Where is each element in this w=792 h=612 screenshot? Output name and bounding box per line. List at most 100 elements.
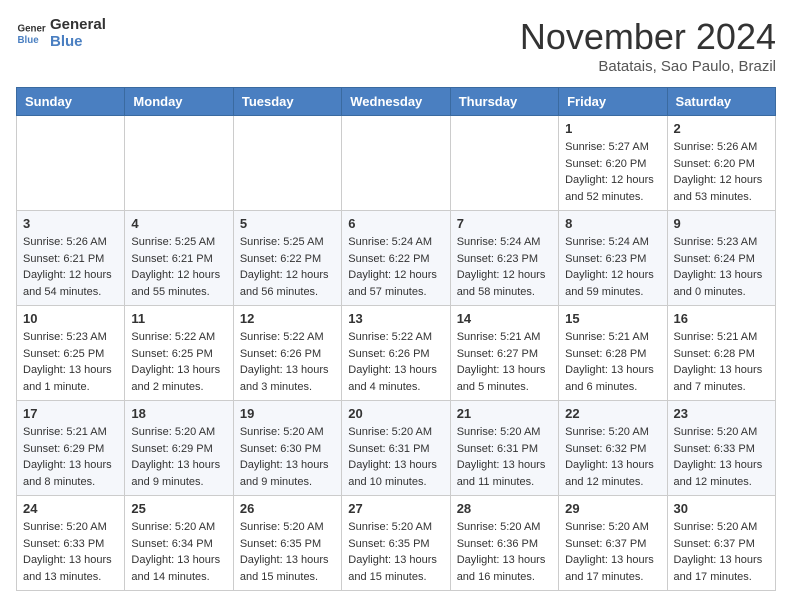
calendar-day-cell: 14 Sunrise: 5:21 AMSunset: 6:27 PMDayligh… xyxy=(450,306,558,401)
day-info: Sunrise: 5:20 AMSunset: 6:34 PMDaylight:… xyxy=(131,519,226,585)
calendar-day-cell: 26 Sunrise: 5:20 AMSunset: 6:35 PMDayligh… xyxy=(233,496,341,591)
calendar-day-cell: 27 Sunrise: 5:20 AMSunset: 6:35 PMDayligh… xyxy=(342,496,450,591)
calendar-week-row: 10 Sunrise: 5:23 AMSunset: 6:25 PMDayligh… xyxy=(17,306,776,401)
day-info: Sunrise: 5:24 AMSunset: 6:22 PMDaylight:… xyxy=(348,234,443,300)
calendar-day-cell xyxy=(17,116,125,211)
calendar-day-cell: 7Sunrise: 5:24 AMSunset: 6:23 PMDaylight… xyxy=(450,211,558,306)
weekday-header: Thursday xyxy=(450,88,558,116)
day-info: Sunrise: 5:20 AMSunset: 6:30 PMDaylight:… xyxy=(240,424,335,490)
day-number: 11 xyxy=(131,311,226,326)
day-number: 8 xyxy=(565,216,660,231)
calendar-week-row: 24 Sunrise: 5:20 AMSunset: 6:33 PMDayligh… xyxy=(17,496,776,591)
calendar-day-cell: 16 Sunrise: 5:21 AMSunset: 6:28 PMDayligh… xyxy=(667,306,775,401)
day-info: Sunrise: 5:22 AMSunset: 6:26 PMDaylight:… xyxy=(240,329,335,395)
day-number: 2 xyxy=(674,121,769,136)
day-info: Sunrise: 5:20 AMSunset: 6:35 PMDaylight:… xyxy=(348,519,443,585)
day-number: 5 xyxy=(240,216,335,231)
day-number: 6 xyxy=(348,216,443,231)
day-info: Sunrise: 5:21 AMSunset: 6:28 PMDaylight:… xyxy=(674,329,769,395)
day-info: Sunrise: 5:20 AMSunset: 6:29 PMDaylight:… xyxy=(131,424,226,490)
calendar-day-cell: 6 Sunrise: 5:24 AMSunset: 6:22 PMDaylight… xyxy=(342,211,450,306)
day-info: Sunrise: 5:22 AMSunset: 6:26 PMDaylight:… xyxy=(348,329,443,395)
day-number: 19 xyxy=(240,406,335,421)
day-number: 9 xyxy=(674,216,769,231)
day-info: Sunrise: 5:21 AMSunset: 6:27 PMDaylight:… xyxy=(457,329,552,395)
calendar-day-cell xyxy=(450,116,558,211)
calendar-day-cell: 8 Sunrise: 5:24 AMSunset: 6:23 PMDaylight… xyxy=(559,211,667,306)
day-number: 22 xyxy=(565,406,660,421)
day-number: 10 xyxy=(23,311,118,326)
day-number: 12 xyxy=(240,311,335,326)
day-info: Sunrise: 5:20 AMSunset: 6:33 PMDaylight:… xyxy=(23,519,118,585)
day-number: 16 xyxy=(674,311,769,326)
svg-text:Blue: Blue xyxy=(18,35,40,46)
calendar-day-cell: 20 Sunrise: 5:20 AMSunset: 6:31 PMDayligh… xyxy=(342,401,450,496)
day-number: 15 xyxy=(565,311,660,326)
calendar-day-cell: 3 Sunrise: 5:26 AMSunset: 6:21 PMDaylight… xyxy=(17,211,125,306)
calendar-day-cell: 18Sunrise: 5:20 AMSunset: 6:29 PMDayligh… xyxy=(125,401,233,496)
day-number: 17 xyxy=(23,406,118,421)
day-info: Sunrise: 5:23 AMSunset: 6:25 PMDaylight:… xyxy=(23,329,118,395)
day-info: Sunrise: 5:27 AMSunset: 6:20 PMDaylight:… xyxy=(565,139,660,205)
day-number: 29 xyxy=(565,501,660,516)
calendar-day-cell: 21Sunrise: 5:20 AMSunset: 6:31 PMDayligh… xyxy=(450,401,558,496)
calendar-day-cell: 5Sunrise: 5:25 AMSunset: 6:22 PMDaylight… xyxy=(233,211,341,306)
day-number: 27 xyxy=(348,501,443,516)
calendar-day-cell: 9 Sunrise: 5:23 AMSunset: 6:24 PMDaylight… xyxy=(667,211,775,306)
svg-text:General: General xyxy=(18,24,47,35)
day-info: Sunrise: 5:25 AMSunset: 6:21 PMDaylight:… xyxy=(131,234,226,300)
location-label: Batatais, Sao Paulo, Brazil xyxy=(520,58,776,75)
calendar-day-cell: 1 Sunrise: 5:27 AMSunset: 6:20 PMDaylight… xyxy=(559,116,667,211)
calendar-week-row: 1 Sunrise: 5:27 AMSunset: 6:20 PMDaylight… xyxy=(17,116,776,211)
day-number: 14 xyxy=(457,311,552,326)
day-number: 26 xyxy=(240,501,335,516)
calendar-week-row: 17 Sunrise: 5:21 AMSunset: 6:29 PMDayligh… xyxy=(17,401,776,496)
calendar-day-cell: 19 Sunrise: 5:20 AMSunset: 6:30 PMDayligh… xyxy=(233,401,341,496)
logo-icon: General Blue xyxy=(16,18,46,48)
calendar-day-cell: 4Sunrise: 5:25 AMSunset: 6:21 PMDaylight… xyxy=(125,211,233,306)
day-info: Sunrise: 5:26 AMSunset: 6:21 PMDaylight:… xyxy=(23,234,118,300)
day-number: 7 xyxy=(457,216,552,231)
calendar-day-cell: 23Sunrise: 5:20 AMSunset: 6:33 PMDayligh… xyxy=(667,401,775,496)
weekday-header: Saturday xyxy=(667,88,775,116)
day-info: Sunrise: 5:24 AMSunset: 6:23 PMDaylight:… xyxy=(565,234,660,300)
day-info: Sunrise: 5:21 AMSunset: 6:28 PMDaylight:… xyxy=(565,329,660,395)
day-number: 21 xyxy=(457,406,552,421)
day-info: Sunrise: 5:20 AMSunset: 6:35 PMDaylight:… xyxy=(240,519,335,585)
calendar-day-cell: 30Sunrise: 5:20 AMSunset: 6:37 PMDayligh… xyxy=(667,496,775,591)
weekday-header: Wednesday xyxy=(342,88,450,116)
calendar-day-cell xyxy=(233,116,341,211)
calendar-day-cell: 15 Sunrise: 5:21 AMSunset: 6:28 PMDayligh… xyxy=(559,306,667,401)
day-info: Sunrise: 5:20 AMSunset: 6:31 PMDaylight:… xyxy=(348,424,443,490)
calendar-week-row: 3 Sunrise: 5:26 AMSunset: 6:21 PMDaylight… xyxy=(17,211,776,306)
title-section: November 2024 Batatais, Sao Paulo, Brazi… xyxy=(520,16,776,75)
calendar-day-cell: 29 Sunrise: 5:20 AMSunset: 6:37 PMDayligh… xyxy=(559,496,667,591)
day-info: Sunrise: 5:22 AMSunset: 6:25 PMDaylight:… xyxy=(131,329,226,395)
logo-general: General xyxy=(50,16,106,33)
day-number: 30 xyxy=(674,501,769,516)
day-number: 3 xyxy=(23,216,118,231)
calendar-day-cell: 13Sunrise: 5:22 AMSunset: 6:26 PMDayligh… xyxy=(342,306,450,401)
day-info: Sunrise: 5:23 AMSunset: 6:24 PMDaylight:… xyxy=(674,234,769,300)
day-info: Sunrise: 5:21 AMSunset: 6:29 PMDaylight:… xyxy=(23,424,118,490)
calendar-day-cell: 10 Sunrise: 5:23 AMSunset: 6:25 PMDayligh… xyxy=(17,306,125,401)
calendar-day-cell: 11 Sunrise: 5:22 AMSunset: 6:25 PMDayligh… xyxy=(125,306,233,401)
calendar-day-cell: 28 Sunrise: 5:20 AMSunset: 6:36 PMDayligh… xyxy=(450,496,558,591)
day-number: 20 xyxy=(348,406,443,421)
calendar-day-cell: 24 Sunrise: 5:20 AMSunset: 6:33 PMDayligh… xyxy=(17,496,125,591)
day-info: Sunrise: 5:26 AMSunset: 6:20 PMDaylight:… xyxy=(674,139,769,205)
logo: General Blue General Blue xyxy=(16,16,106,50)
day-number: 1 xyxy=(565,121,660,136)
logo-blue: Blue xyxy=(50,33,106,50)
day-info: Sunrise: 5:20 AMSunset: 6:37 PMDaylight:… xyxy=(565,519,660,585)
day-number: 28 xyxy=(457,501,552,516)
page-header: General Blue General Blue November 2024 … xyxy=(16,16,776,75)
weekday-header: Monday xyxy=(125,88,233,116)
day-info: Sunrise: 5:20 AMSunset: 6:36 PMDaylight:… xyxy=(457,519,552,585)
day-number: 24 xyxy=(23,501,118,516)
calendar-day-cell: 2 Sunrise: 5:26 AMSunset: 6:20 PMDaylight… xyxy=(667,116,775,211)
weekday-header: Sunday xyxy=(17,88,125,116)
day-number: 25 xyxy=(131,501,226,516)
calendar-day-cell xyxy=(342,116,450,211)
day-info: Sunrise: 5:20 AMSunset: 6:32 PMDaylight:… xyxy=(565,424,660,490)
